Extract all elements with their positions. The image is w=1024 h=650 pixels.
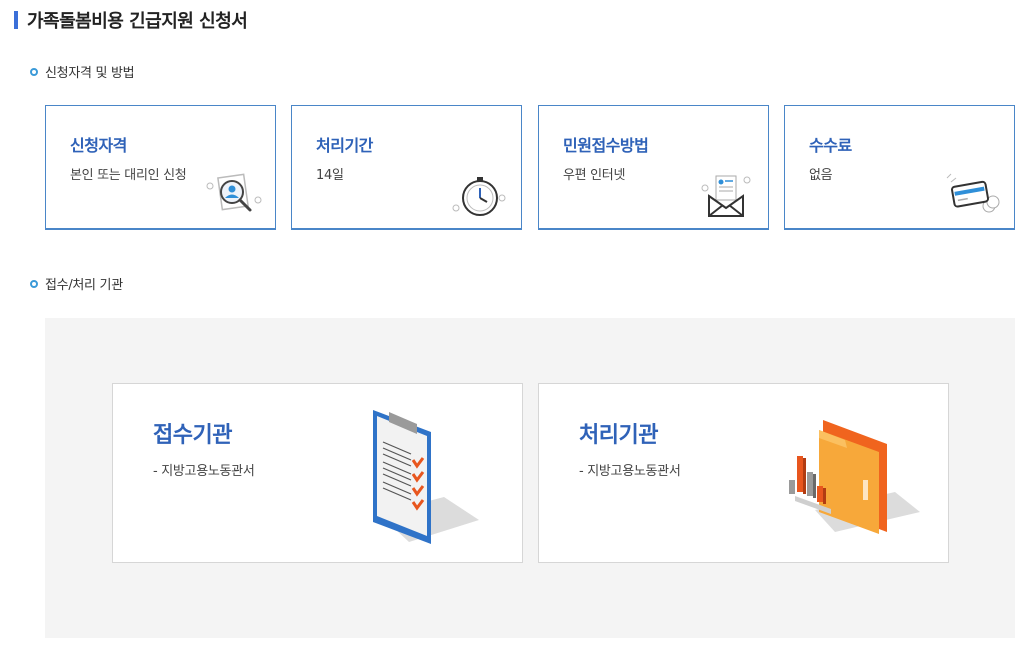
page-title-text: 가족돌봄비용 긴급지원 신청서 xyxy=(27,11,248,32)
info-card-title: 처리기간 xyxy=(316,136,373,155)
agency-card-processing: 처리기관 - 지방고용노동관서 xyxy=(538,383,949,563)
clipboard-checklist-icon xyxy=(373,410,479,544)
card-coin-icon xyxy=(946,173,1000,213)
agencies-panel: 접수기관 - 지방고용노동관서 처리기관 - 지방고용노동관서 xyxy=(45,318,1015,638)
page-title: 가족돌봄비용 긴급지원 신청서 xyxy=(14,8,248,32)
clock-icon xyxy=(452,177,506,216)
person-search-icon xyxy=(206,173,262,212)
info-card-desc: 우편 인터넷 xyxy=(563,168,626,183)
agency-card-desc: - 지방고용노동관서 xyxy=(579,464,681,479)
agency-card-reception: 접수기관 - 지방고용노동관서 xyxy=(112,383,523,563)
agency-card-title: 처리기관 xyxy=(579,423,658,448)
info-card-desc: 없음 xyxy=(809,168,833,183)
info-card-eligibility: 신청자격 본인 또는 대리인 신청 xyxy=(45,105,276,230)
info-card-desc: 14일 xyxy=(316,168,344,183)
info-card-method: 민원접수방법 우편 인터넷 xyxy=(538,105,769,230)
circle-bullet-icon xyxy=(30,279,38,288)
folder-chart-icon xyxy=(789,420,920,534)
section-agencies-header: 접수/처리 기관 xyxy=(30,274,123,293)
info-card-title: 신청자격 xyxy=(70,136,127,155)
info-card-title: 민원접수방법 xyxy=(563,136,649,155)
info-card-desc: 본인 또는 대리인 신청 xyxy=(70,168,187,183)
section-eligibility-header: 신청자격 및 방법 xyxy=(30,62,135,81)
circle-bullet-icon xyxy=(30,67,38,76)
info-card-period: 처리기간 14일 xyxy=(291,105,522,230)
title-accent-bar xyxy=(14,11,18,29)
info-card-title: 수수료 xyxy=(809,136,852,155)
section-agencies-title: 접수/처리 기관 xyxy=(45,278,123,293)
envelope-document-icon xyxy=(701,175,751,217)
info-card-fee: 수수료 없음 xyxy=(784,105,1015,230)
section-eligibility-title: 신청자격 및 방법 xyxy=(45,66,135,81)
agency-card-title: 접수기관 xyxy=(153,423,232,448)
agency-card-desc: - 지방고용노동관서 xyxy=(153,464,255,479)
